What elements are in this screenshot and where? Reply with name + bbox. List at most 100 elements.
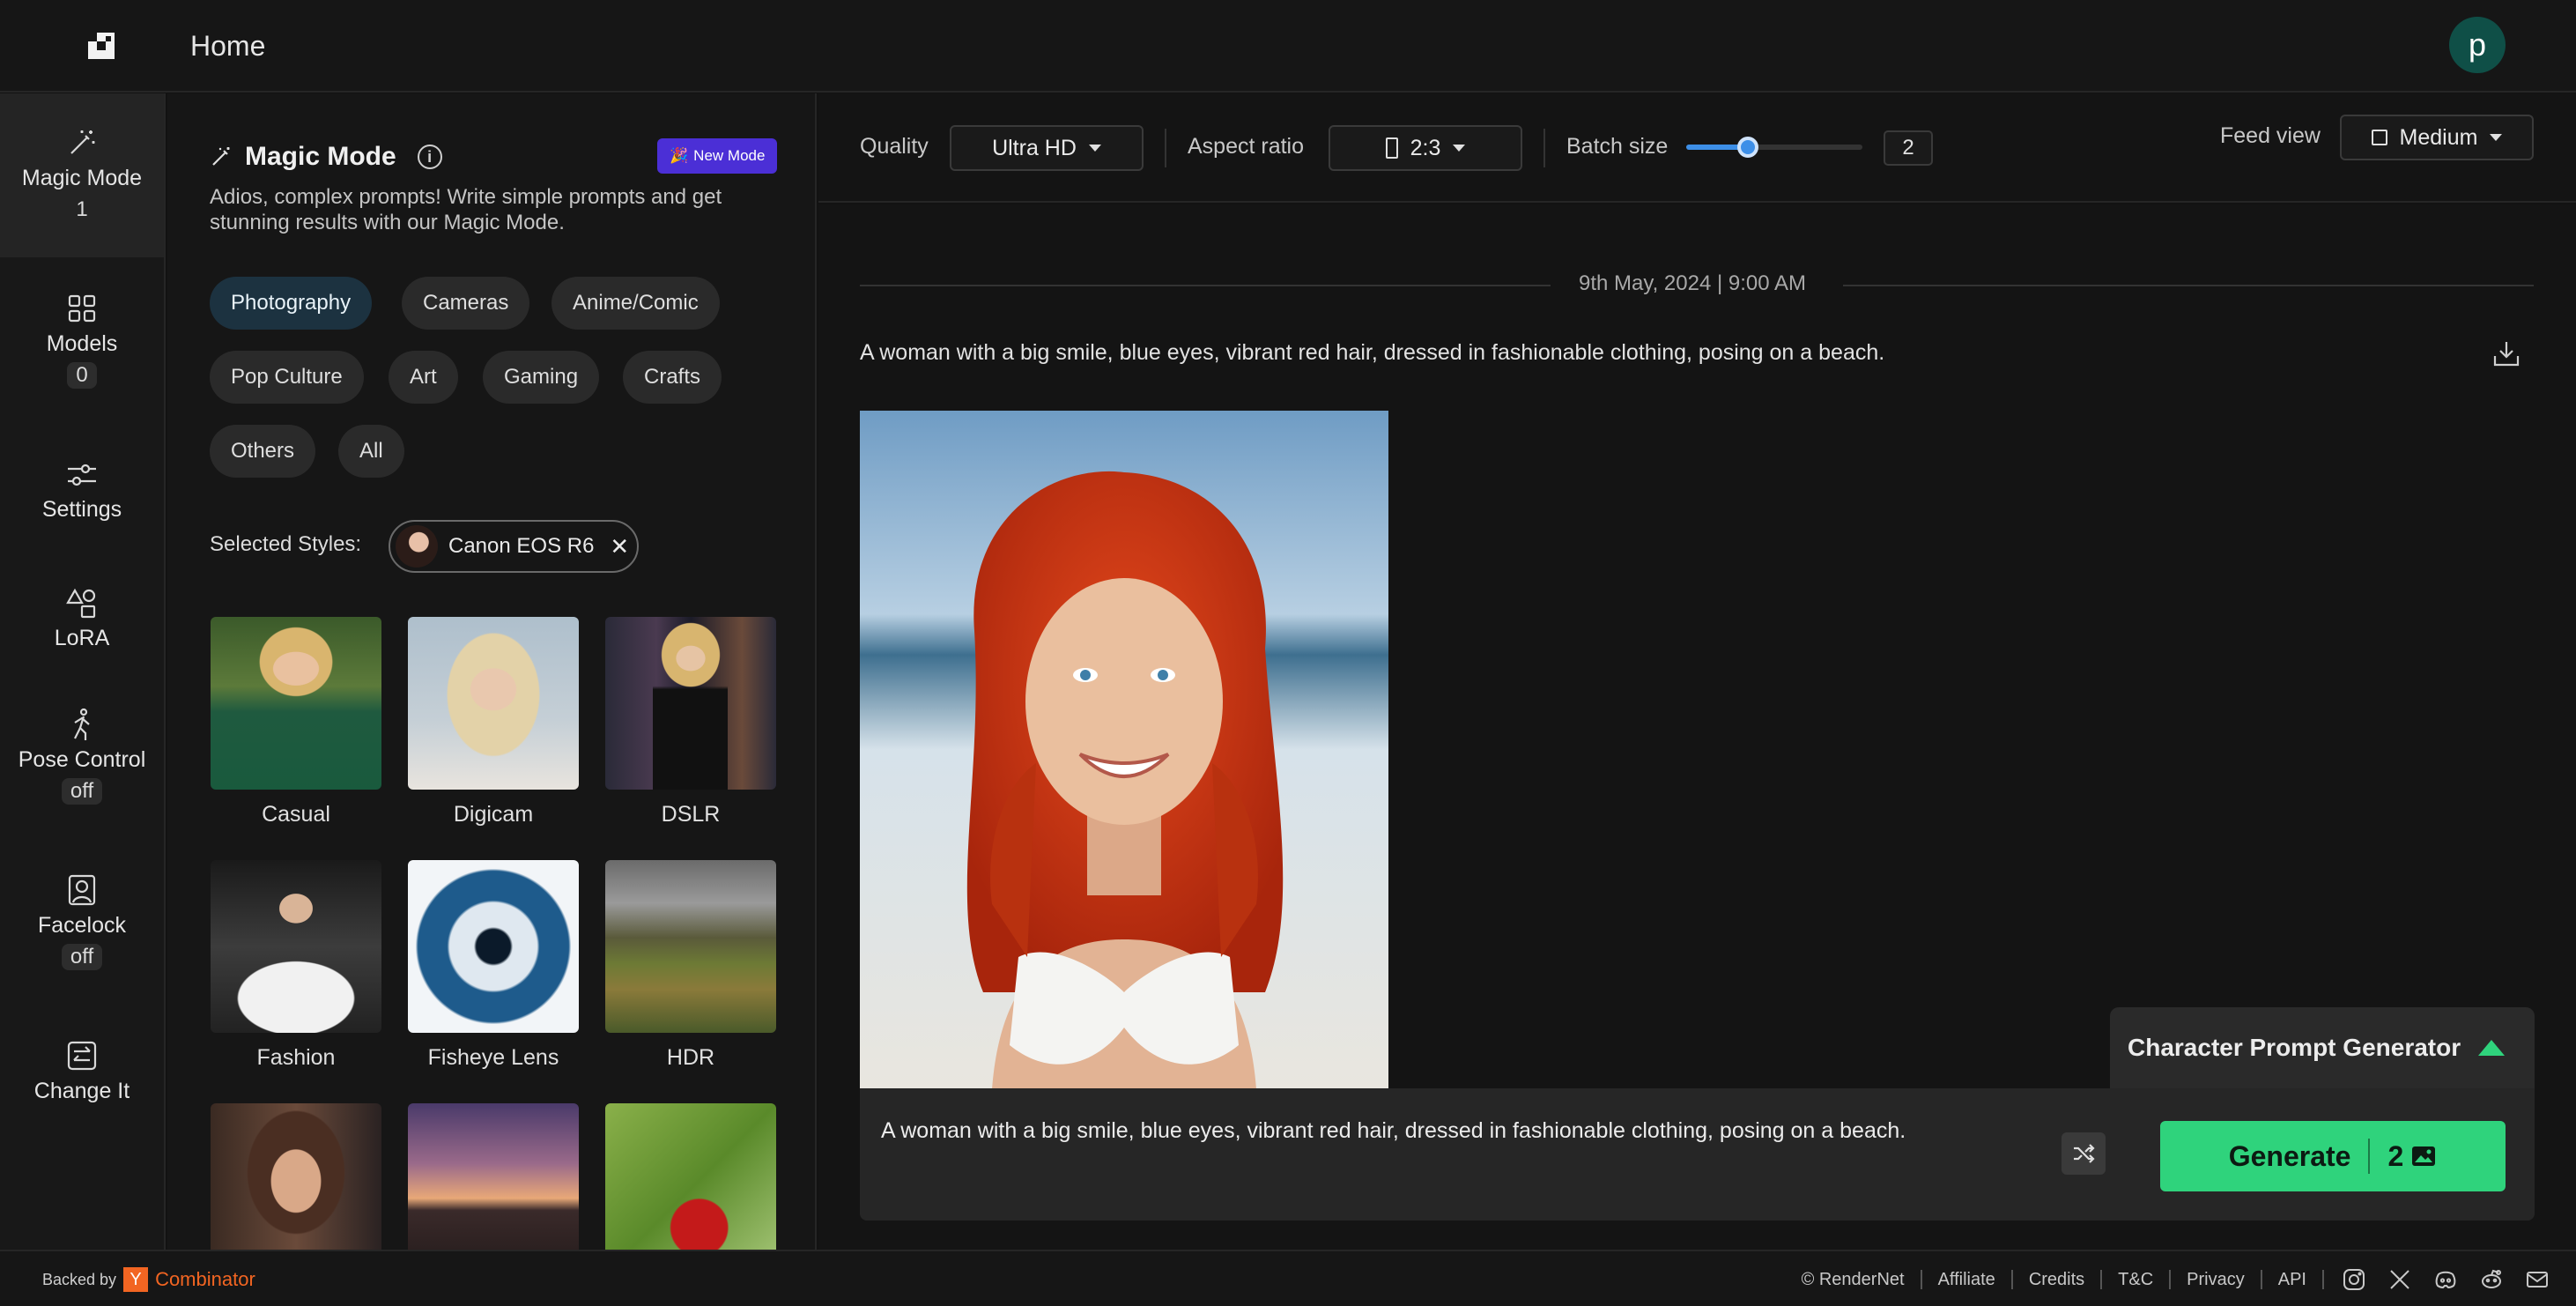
yc-logo-icon: Y	[123, 1267, 149, 1292]
style-thumbnail	[605, 860, 776, 1033]
date-label: 9th May, 2024 | 9:00 AM	[1579, 271, 1806, 295]
footer-link-privacy[interactable]: Privacy	[2171, 1270, 2262, 1289]
category-chip-art[interactable]: Art	[389, 351, 458, 404]
batch-size-value[interactable]: 2	[1884, 130, 1933, 166]
style-label: Fashion	[256, 1045, 336, 1070]
style-label: HDR	[666, 1045, 715, 1070]
category-chip-gaming[interactable]: Gaming	[483, 351, 600, 404]
footer-link-affiliate[interactable]: Affiliate	[1922, 1270, 2013, 1289]
shapes-icon	[66, 588, 96, 619]
grid-icon	[68, 294, 96, 323]
chevron-up-icon	[2478, 1040, 2506, 1056]
selected-style-thumbnail	[396, 525, 438, 568]
style-thumbnail	[605, 1103, 776, 1250]
backed-by-label: Backed by	[42, 1270, 117, 1288]
style-thumbnail	[211, 617, 381, 790]
info-icon[interactable]: i	[417, 145, 442, 169]
character-prompt-generator-toggle[interactable]: Character Prompt Generator	[2110, 1007, 2535, 1088]
style-tile-long-exposure[interactable]	[408, 1103, 579, 1250]
avatar[interactable]: p	[2449, 17, 2506, 73]
quality-dropdown[interactable]: Ultra HD	[950, 125, 1144, 171]
feed-view-dropdown[interactable]: Medium	[2340, 115, 2534, 160]
category-chip-photography[interactable]: Photography	[210, 277, 373, 330]
rail-item-change-it[interactable]: Change It	[0, 1038, 164, 1104]
footer: Backed by Y Combinator © RenderNet Affil…	[0, 1250, 2576, 1306]
reddit-icon[interactable]	[2479, 1267, 2504, 1292]
category-chip-crafts[interactable]: Crafts	[623, 351, 722, 404]
style-tile-hdr[interactable]: HDR	[605, 860, 776, 1071]
image-icon	[2412, 1146, 2436, 1166]
footer-link-credits[interactable]: Credits	[2013, 1270, 2103, 1289]
backed-by[interactable]: Backed by Y Combinator	[42, 1267, 255, 1292]
rail-item-badge: 0	[67, 362, 97, 389]
generate-count: 2	[2387, 1139, 2404, 1172]
footer-link-terms[interactable]: T&C	[2102, 1270, 2172, 1289]
category-chip-pop-culture[interactable]: Pop Culture	[210, 351, 364, 404]
footer-copyright: © RenderNet	[1786, 1270, 1922, 1289]
selected-style-name: Canon EOS R6	[448, 534, 595, 558]
style-tile-casual[interactable]: Casual	[211, 617, 381, 827]
instagram-icon[interactable]	[2342, 1267, 2366, 1292]
generate-button[interactable]: Generate 2	[2160, 1121, 2506, 1191]
top-bar: Home p	[0, 0, 2576, 93]
shuffle-button[interactable]	[2062, 1132, 2106, 1175]
style-thumbnail	[408, 1103, 579, 1250]
prompt-input[interactable]: A woman with a big smile, blue eyes, vib…	[881, 1118, 1906, 1144]
style-tile-digicam[interactable]: Digicam	[408, 617, 579, 827]
category-chip-anime-comic[interactable]: Anime/Comic	[551, 277, 720, 330]
swap-icon	[67, 1041, 97, 1071]
category-chip-all[interactable]: All	[338, 425, 404, 478]
date-line-right	[1843, 285, 2534, 286]
close-icon[interactable]: ✕	[610, 533, 629, 560]
generate-label: Generate	[2228, 1139, 2351, 1172]
mail-icon[interactable]	[2525, 1267, 2550, 1292]
rail-item-facelock[interactable]: Facelock off	[0, 872, 164, 970]
rail-item-lora[interactable]: LoRA	[0, 585, 164, 651]
magic-wand-icon	[212, 147, 230, 166]
party-popper-icon: 🎉	[670, 147, 689, 164]
rail-item-magic-mode[interactable]: Magic Mode 1	[0, 93, 164, 257]
style-tile-fashion[interactable]: Fashion	[211, 860, 381, 1071]
style-tile-macro[interactable]	[605, 1103, 776, 1250]
panel-description: Adios, complex prompts! Write simple pro…	[210, 185, 722, 234]
chevron-down-icon	[1088, 145, 1101, 152]
generated-image[interactable]	[860, 411, 1388, 1089]
rail-item-pose-control[interactable]: Pose Control off	[0, 707, 164, 805]
rail-item-badge: off	[61, 778, 103, 805]
yc-name: Combinator	[155, 1268, 255, 1290]
character-prompt-generator-label: Character Prompt Generator	[2128, 1034, 2461, 1061]
style-thumbnail	[211, 860, 381, 1033]
feed-view-value: Medium	[2399, 124, 2478, 150]
category-chip-cameras[interactable]: Cameras	[402, 277, 530, 330]
rail-item-badge: 1	[76, 197, 88, 221]
style-thumbnail	[408, 617, 579, 790]
page-title: Home	[190, 30, 266, 62]
generate-divider	[2368, 1139, 2371, 1174]
aspect-ratio-dropdown[interactable]: 2:3	[1329, 125, 1522, 171]
batch-size-slider-handle[interactable]	[1737, 137, 1758, 158]
rail-item-label: Magic Mode	[21, 166, 143, 190]
style-thumbnail	[605, 617, 776, 790]
footer-link-api[interactable]: API	[2262, 1270, 2324, 1289]
date-separator: 9th May, 2024 | 9:00 AM	[860, 271, 2534, 298]
face-portrait-icon	[68, 874, 96, 906]
rail-item-label: Settings	[41, 497, 122, 522]
style-thumbnail	[211, 1103, 381, 1250]
logo-icon[interactable]	[85, 29, 118, 63]
generated-image-art	[860, 411, 1388, 1089]
style-tile-portrait[interactable]	[211, 1103, 381, 1250]
category-chip-others[interactable]: Others	[210, 425, 316, 478]
discord-icon[interactable]	[2433, 1267, 2458, 1292]
style-label: DSLR	[661, 802, 721, 827]
chevron-down-icon	[2490, 134, 2503, 141]
generation-prompt: A woman with a big smile, blue eyes, vib…	[860, 340, 1885, 365]
download-icon[interactable]	[2491, 338, 2521, 368]
style-tile-dslr[interactable]: DSLR	[605, 617, 776, 827]
x-icon[interactable]	[2387, 1267, 2412, 1292]
rail-item-models[interactable]: Models 0	[0, 291, 164, 389]
prompt-composer: A woman with a big smile, blue eyes, vib…	[860, 1088, 2535, 1221]
style-thumbnail	[408, 860, 579, 1033]
new-mode-badge[interactable]: 🎉 New Mode	[657, 138, 778, 174]
style-tile-fisheye-lens[interactable]: Fisheye Lens	[408, 860, 579, 1071]
rail-item-settings[interactable]: Settings	[0, 456, 164, 523]
